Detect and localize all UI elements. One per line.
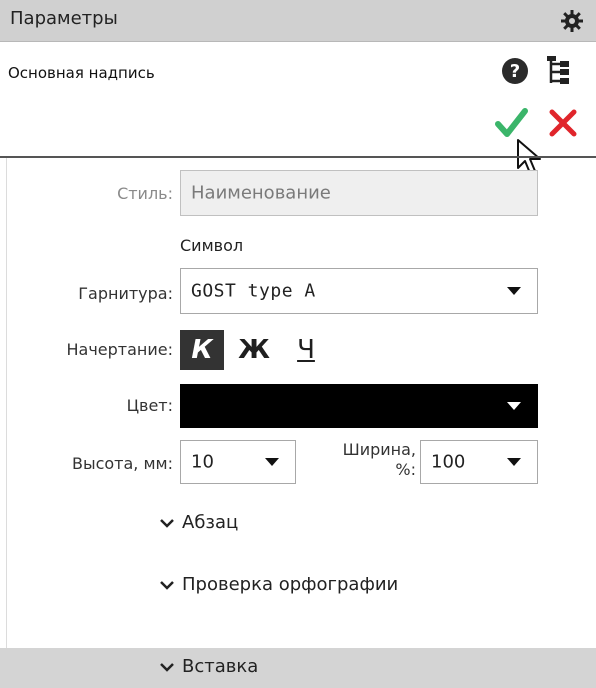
style-value: Наименование (191, 182, 331, 204)
width-value: 100 (431, 451, 466, 473)
height-label: Высота, мм: (71, 454, 173, 473)
help-icon[interactable]: ? (502, 58, 528, 84)
object-title: Основная надпись (8, 64, 155, 82)
group-insert-label: Вставка (182, 656, 259, 677)
chevron-down-icon (507, 402, 521, 410)
cancel-x-icon[interactable] (548, 108, 578, 138)
width-label-line1: Ширина, (342, 440, 416, 459)
panel-header: Основная надпись ? (0, 42, 596, 158)
font-label: Гарнитура: (78, 284, 173, 303)
panel-titlebar: Параметры (0, 0, 596, 42)
width-dropdown[interactable]: 100 (420, 440, 538, 484)
group-spellcheck[interactable]: Проверка орфографии (160, 574, 398, 595)
group-paragraph-label: Абзац (182, 512, 239, 533)
gear-icon[interactable] (560, 9, 584, 33)
panel-left-border (6, 158, 7, 648)
chevron-down-icon (160, 662, 174, 672)
italic-button[interactable]: К (180, 330, 224, 370)
typeface-label: Начертание: (66, 340, 173, 359)
bold-button[interactable]: Ж (232, 330, 276, 370)
confirm-checkmark-icon[interactable] (494, 106, 528, 140)
style-field: Наименование (180, 170, 538, 216)
color-label: Цвет: (126, 396, 173, 415)
group-spellcheck-label: Проверка орфографии (182, 574, 399, 595)
panel-title: Параметры (10, 8, 118, 29)
chevron-down-icon (160, 518, 174, 528)
style-label: Стиль: (117, 184, 173, 203)
height-dropdown[interactable]: 10 (180, 440, 296, 484)
group-insert[interactable]: Вставка (160, 656, 258, 677)
underline-button[interactable]: Ч (284, 330, 328, 370)
group-insert-bar[interactable]: Вставка (0, 648, 596, 688)
chevron-down-icon (265, 458, 279, 466)
chevron-down-icon (160, 580, 174, 590)
color-dropdown[interactable] (180, 384, 538, 428)
width-label-line2: %: (395, 460, 416, 479)
tree-icon[interactable] (546, 56, 572, 86)
group-paragraph[interactable]: Абзац (160, 512, 238, 533)
font-dropdown[interactable]: GOST type A (180, 268, 538, 314)
font-value: GOST type A (191, 280, 316, 302)
chevron-down-icon (507, 458, 521, 466)
chevron-down-icon (507, 287, 521, 295)
height-value: 10 (191, 451, 214, 473)
symbol-heading: Символ (180, 236, 244, 255)
header-divider (0, 156, 596, 158)
